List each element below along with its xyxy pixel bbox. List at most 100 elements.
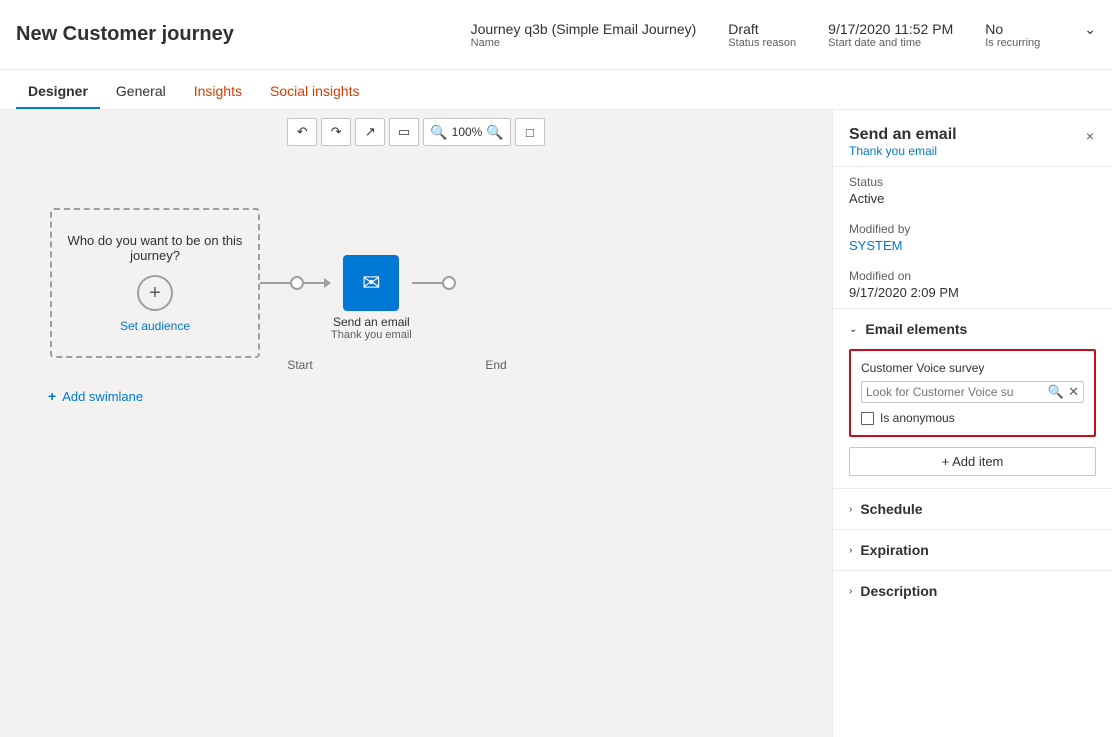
audience-box[interactable]: Who do you want to be on this journey? +… xyxy=(50,208,260,358)
meta-date: 9/17/2020 11:52 PM Start date and time xyxy=(828,21,953,49)
cv-anonymous-row: Is anonymous xyxy=(861,411,1084,425)
status-value: Active xyxy=(849,191,1096,206)
undo-button[interactable]: ↶ xyxy=(287,118,317,146)
expiration-header[interactable]: › Expiration xyxy=(833,530,1112,570)
header-meta: Journey q3b (Simple Email Journey) Name … xyxy=(471,21,1096,49)
zoom-level: 100% xyxy=(452,125,483,139)
description-section: › Description xyxy=(833,570,1112,611)
zoom-out-icon[interactable]: 🔍 xyxy=(430,124,447,141)
cv-search-input[interactable] xyxy=(866,385,1044,399)
description-header[interactable]: › Description xyxy=(833,571,1112,611)
swimlane-row: Who do you want to be on this journey? +… xyxy=(50,208,456,358)
tab-social-insights[interactable]: Social insights xyxy=(258,75,372,109)
line-2 xyxy=(304,282,324,284)
line-1 xyxy=(260,282,290,284)
header-expand-icon[interactable]: ⌄ xyxy=(1084,21,1096,38)
description-chevron: › xyxy=(849,586,852,597)
meta-name-value: Journey q3b (Simple Email Journey) xyxy=(471,21,697,37)
email-node[interactable]: ✉ Send an email Thank you email xyxy=(331,255,412,341)
tab-insights[interactable]: Insights xyxy=(182,75,254,109)
add-swimlane-icon: + xyxy=(48,388,56,404)
connector-2 xyxy=(412,276,456,290)
tabs-bar: Designer General Insights Social insight… xyxy=(0,70,1112,110)
schedule-title: Schedule xyxy=(860,501,922,517)
tab-designer[interactable]: Designer xyxy=(16,75,100,109)
email-elements-content: Customer Voice survey 🔍 ✕ Is anonymous xyxy=(833,349,1112,488)
meta-recurring: No Is recurring xyxy=(985,21,1040,49)
panel-modified-by: Modified by SYSTEM xyxy=(833,214,1112,261)
main-content: ↶ ↷ ↗ ▭ 🔍 100% 🔍 □ Who do you want to be… xyxy=(0,110,1112,737)
set-audience-link[interactable]: Set audience xyxy=(120,319,190,333)
end-dot xyxy=(442,276,456,290)
start-node-group: ✉ Send an email Thank you email xyxy=(331,225,412,341)
panel-header: Send an email Thank you email × xyxy=(833,110,1112,167)
add-swimlane-button[interactable]: + Add swimlane xyxy=(40,388,143,404)
meta-date-label: Start date and time xyxy=(828,37,953,49)
cv-anonymous-checkbox[interactable] xyxy=(861,412,874,425)
panel-title: Send an email xyxy=(849,126,957,144)
modified-by-value[interactable]: SYSTEM xyxy=(849,238,1096,253)
panel-status: Status Active xyxy=(833,167,1112,214)
email-elements-chevron: ⌄ xyxy=(849,324,857,335)
meta-status-value: Draft xyxy=(728,21,796,37)
description-title: Description xyxy=(860,583,937,599)
cv-search-row[interactable]: 🔍 ✕ xyxy=(861,381,1084,403)
email-node-box[interactable]: ✉ xyxy=(343,255,399,311)
cv-anonymous-label: Is anonymous xyxy=(880,411,955,425)
redo-button[interactable]: ↷ xyxy=(321,118,351,146)
zoom-control[interactable]: 🔍 100% 🔍 xyxy=(423,118,511,146)
schedule-section: › Schedule xyxy=(833,488,1112,529)
expiration-section: › Expiration xyxy=(833,529,1112,570)
email-node-sublabel: Thank you email xyxy=(331,329,412,341)
journey-canvas: Who do you want to be on this journey? +… xyxy=(0,154,832,434)
modified-on-value: 9/17/2020 2:09 PM xyxy=(849,285,1096,300)
connector-1 xyxy=(260,276,331,290)
canvas-area: ↶ ↷ ↗ ▭ 🔍 100% 🔍 □ Who do you want to be… xyxy=(0,110,832,737)
zoom-in-icon[interactable]: 🔍 xyxy=(486,124,503,141)
meta-status-label: Status reason xyxy=(728,37,796,49)
schedule-chevron: › xyxy=(849,504,852,515)
meta-status: Draft Status reason xyxy=(728,21,796,49)
email-node-label: Send an email xyxy=(333,315,410,329)
expiration-title: Expiration xyxy=(860,542,928,558)
email-icon: ✉ xyxy=(362,270,380,296)
expand-button[interactable]: ↗ xyxy=(355,118,385,146)
email-elements-title: Email elements xyxy=(865,321,967,337)
meta-recurring-value: No xyxy=(985,21,1040,37)
split-button[interactable]: ▭ xyxy=(389,118,419,146)
meta-date-value: 9/17/2020 11:52 PM xyxy=(828,21,953,37)
meta-name: Journey q3b (Simple Email Journey) Name xyxy=(471,21,697,49)
email-elements-section: ⌄ Email elements Customer Voice survey 🔍… xyxy=(833,308,1112,488)
add-swimlane-label: Add swimlane xyxy=(62,389,143,404)
canvas-toolbar: ↶ ↷ ↗ ▭ 🔍 100% 🔍 □ xyxy=(0,110,832,154)
arrow-1 xyxy=(324,278,331,288)
modified-by-label: Modified by xyxy=(849,222,1096,236)
schedule-header[interactable]: › Schedule xyxy=(833,489,1112,529)
cv-search-icon: 🔍 xyxy=(1048,384,1064,400)
add-item-label: + Add item xyxy=(942,454,1004,469)
app-header: New Customer journey Journey q3b (Simple… xyxy=(0,0,1112,70)
start-label: Start xyxy=(260,358,340,372)
flow-labels: Start End xyxy=(260,358,536,372)
meta-name-label: Name xyxy=(471,37,697,49)
expiration-chevron: › xyxy=(849,545,852,556)
end-label: End xyxy=(456,358,536,372)
status-label: Status xyxy=(849,175,1096,189)
panel-subtitle[interactable]: Thank you email xyxy=(849,144,957,158)
page-title: New Customer journey xyxy=(16,23,236,46)
line-3 xyxy=(412,282,442,284)
cv-clear-icon[interactable]: ✕ xyxy=(1068,384,1079,400)
modified-on-label: Modified on xyxy=(849,269,1096,283)
fit-button[interactable]: □ xyxy=(515,118,545,146)
audience-question: Who do you want to be on this journey? xyxy=(52,233,258,263)
add-item-button[interactable]: + Add item xyxy=(849,447,1096,476)
cv-survey-box: Customer Voice survey 🔍 ✕ Is anonymous xyxy=(849,349,1096,437)
tab-general[interactable]: General xyxy=(104,75,178,109)
panel-close-button[interactable]: × xyxy=(1084,126,1096,146)
right-panel: Send an email Thank you email × Status A… xyxy=(832,110,1112,737)
panel-modified-on: Modified on 9/17/2020 2:09 PM xyxy=(833,261,1112,308)
start-dot xyxy=(290,276,304,290)
email-elements-header[interactable]: ⌄ Email elements xyxy=(833,309,1112,349)
audience-add-button[interactable]: + xyxy=(137,275,173,311)
meta-recurring-label: Is recurring xyxy=(985,37,1040,49)
